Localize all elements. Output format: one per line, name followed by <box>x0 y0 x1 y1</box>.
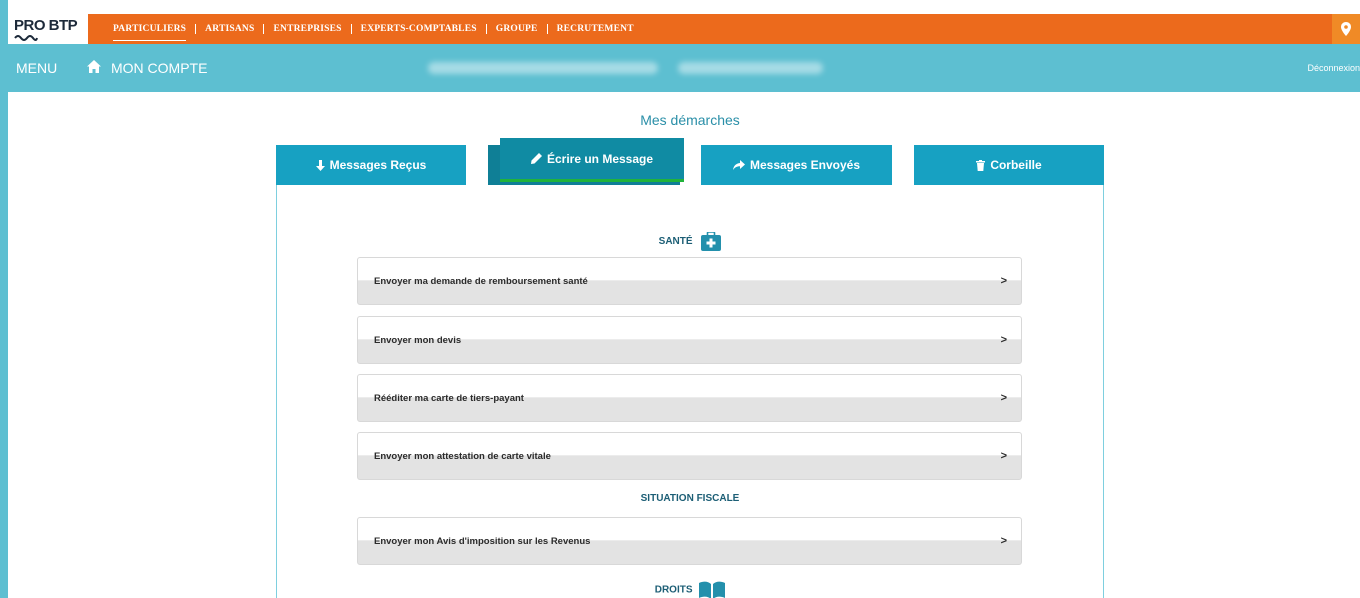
list-item-carte-vitale[interactable]: Envoyer mon attestation de carte vitale … <box>357 432 1022 480</box>
my-account-link[interactable]: MON COMPTE <box>111 60 207 76</box>
list-item-label: Envoyer mon Avis d'imposition sur les Re… <box>374 536 591 547</box>
window-top-margin <box>0 0 1360 14</box>
tab-label: Écrire un Message <box>546 151 654 166</box>
nav-item-experts-comptables[interactable]: EXPERTS-COMPTABLES <box>350 24 486 34</box>
list-item-remboursement-sante[interactable]: Envoyer ma demande de remboursement sant… <box>357 257 1022 305</box>
home-icon[interactable] <box>86 59 102 74</box>
window-left-border <box>0 0 8 598</box>
nav-item-particuliers[interactable]: PARTICULIERS <box>104 24 195 41</box>
tab-messages-envoyes[interactable]: Messages Envoyés <box>701 145 892 185</box>
medical-kit-icon <box>701 231 722 251</box>
trash-icon <box>976 159 986 171</box>
list-item-carte-tiers-payant[interactable]: Rééditer ma carte de tiers-payant > <box>357 374 1022 422</box>
nav-item-artisans[interactable]: ARTISANS <box>195 24 263 34</box>
share-arrow-icon <box>732 160 745 170</box>
redacted-user-id <box>678 62 823 74</box>
list-item-label: Rééditer ma carte de tiers-payant <box>374 393 524 404</box>
section-label: DROITS <box>654 584 693 596</box>
tab-label: Messages Reçus <box>329 158 427 172</box>
list-item-avis-imposition[interactable]: Envoyer mon Avis d'imposition sur les Re… <box>357 517 1022 565</box>
chevron-right-icon: > <box>1000 535 1007 547</box>
tab-label: Messages Envoyés <box>749 158 861 172</box>
list-item-devis[interactable]: Envoyer mon devis > <box>357 316 1022 364</box>
chevron-right-icon: > <box>1000 392 1007 404</box>
location-button[interactable] <box>1332 14 1360 44</box>
main-nav: PARTICULIERS ARTISANS ENTREPRISES EXPERT… <box>104 14 643 44</box>
tab-messages-recus[interactable]: Messages Reçus <box>276 145 466 185</box>
top-navigation-bar: PRO BTP PARTICULIERS ARTISANS ENTREPRISE… <box>8 14 1360 44</box>
chevron-right-icon: > <box>1000 275 1007 287</box>
menu-button[interactable]: MENU <box>16 60 57 76</box>
list-item-label: Envoyer mon attestation de carte vitale <box>374 451 551 462</box>
nav-item-recrutement[interactable]: RECRUTEMENT <box>546 24 643 34</box>
tab-corbeille[interactable]: Corbeille <box>914 145 1104 185</box>
redacted-user-info <box>428 62 658 74</box>
map-pin-icon <box>1341 22 1351 36</box>
section-title-situation-fiscale: SITUATION FISCALE <box>640 493 740 504</box>
section-title-sante: SANTÉ <box>276 231 1104 251</box>
arrow-down-icon <box>315 159 325 171</box>
tab-ecrire-un-message[interactable]: Écrire un Message <box>500 138 684 182</box>
logo-wave-icon <box>14 35 38 41</box>
brand-logo[interactable]: PRO BTP <box>8 14 88 44</box>
account-header: MENU MON COMPTE Déconnexion <box>8 44 1360 92</box>
section-label: SANTÉ <box>658 236 693 247</box>
logo-text: PRO BTP <box>14 17 78 34</box>
chevron-right-icon: > <box>1000 450 1007 462</box>
list-item-label: Envoyer mon devis <box>374 335 462 346</box>
nav-item-groupe[interactable]: GROUPE <box>485 24 547 34</box>
nav-item-entreprises[interactable]: ENTREPRISES <box>263 24 350 34</box>
list-item-label: Envoyer ma demande de remboursement sant… <box>374 276 588 287</box>
section-title-droits: DROITS <box>276 581 1104 598</box>
logout-link[interactable]: Déconnexion <box>1307 63 1360 73</box>
pencil-icon <box>530 153 542 164</box>
page-title: Mes démarches <box>640 112 740 128</box>
chevron-right-icon: > <box>1000 334 1007 346</box>
tab-label: Corbeille <box>990 158 1042 172</box>
book-icon <box>699 581 726 598</box>
